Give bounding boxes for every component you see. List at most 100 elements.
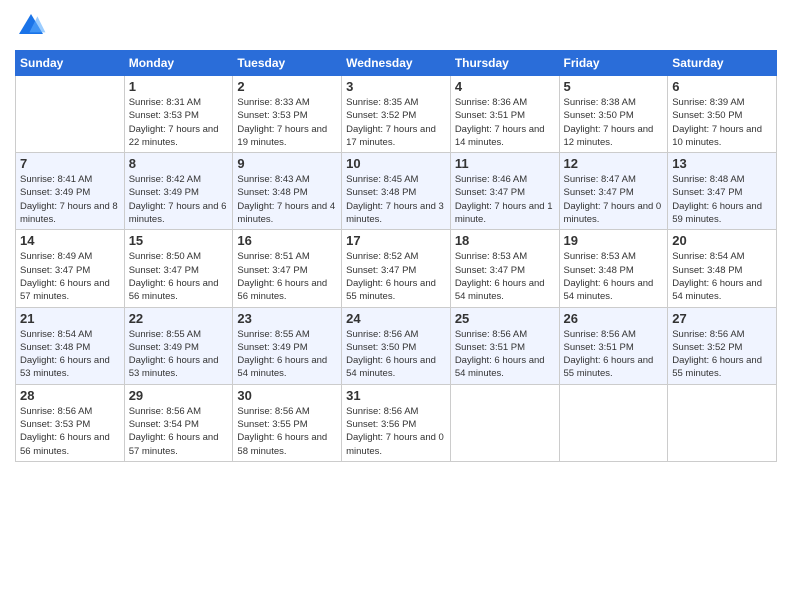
day-info: Sunrise: 8:56 AM Sunset: 3:50 PM Dayligh… <box>346 328 446 381</box>
day-number: 16 <box>237 233 337 248</box>
day-info: Sunrise: 8:56 AM Sunset: 3:56 PM Dayligh… <box>346 405 446 458</box>
calendar-cell <box>559 384 668 461</box>
day-info: Sunrise: 8:49 AM Sunset: 3:47 PM Dayligh… <box>20 250 120 303</box>
day-info: Sunrise: 8:53 AM Sunset: 3:47 PM Dayligh… <box>455 250 555 303</box>
day-info: Sunrise: 8:51 AM Sunset: 3:47 PM Dayligh… <box>237 250 337 303</box>
calendar-table: SundayMondayTuesdayWednesdayThursdayFrid… <box>15 50 777 462</box>
calendar-cell: 25Sunrise: 8:56 AM Sunset: 3:51 PM Dayli… <box>450 307 559 384</box>
day-number: 9 <box>237 156 337 171</box>
day-number: 12 <box>564 156 664 171</box>
calendar-cell: 5 Sunrise: 8:38 AM Sunset: 3:50 PM Daylig… <box>559 76 668 153</box>
day-info: Sunrise: 8:56 AM Sunset: 3:53 PM Dayligh… <box>20 405 120 458</box>
day-info: Sunrise: 8:56 AM Sunset: 3:52 PM Dayligh… <box>672 328 772 381</box>
day-number: 8 <box>129 156 229 171</box>
day-number: 14 <box>20 233 120 248</box>
calendar-cell: 18 Sunrise: 8:53 AM Sunset: 3:47 PM Dayli… <box>450 230 559 307</box>
calendar-week-row: 7 Sunrise: 8:41 AM Sunset: 3:49 PM Daylig… <box>16 153 777 230</box>
calendar-week-row: 14 Sunrise: 8:49 AM Sunset: 3:47 PM Dayli… <box>16 230 777 307</box>
day-info: Sunrise: 8:36 AM Sunset: 3:51 PM Dayligh… <box>455 96 555 149</box>
day-number: 30 <box>237 388 337 403</box>
calendar-cell: 13 Sunrise: 8:48 AM Sunset: 3:47 PM Dayli… <box>668 153 777 230</box>
calendar-cell: 19 Sunrise: 8:53 AM Sunset: 3:48 PM Dayli… <box>559 230 668 307</box>
calendar-cell: 17 Sunrise: 8:52 AM Sunset: 3:47 PM Dayli… <box>342 230 451 307</box>
day-number: 11 <box>455 156 555 171</box>
calendar-cell: 9 Sunrise: 8:43 AM Sunset: 3:48 PM Daylig… <box>233 153 342 230</box>
header-day-thursday: Thursday <box>450 51 559 76</box>
day-info: Sunrise: 8:47 AM Sunset: 3:47 PM Dayligh… <box>564 173 664 226</box>
calendar-cell: 1 Sunrise: 8:31 AM Sunset: 3:53 PM Daylig… <box>124 76 233 153</box>
day-number: 24 <box>346 311 446 326</box>
day-number: 6 <box>672 79 772 94</box>
calendar-week-row: 1 Sunrise: 8:31 AM Sunset: 3:53 PM Daylig… <box>16 76 777 153</box>
header <box>15 10 777 42</box>
calendar-cell: 28Sunrise: 8:56 AM Sunset: 3:53 PM Dayli… <box>16 384 125 461</box>
calendar-cell: 31Sunrise: 8:56 AM Sunset: 3:56 PM Dayli… <box>342 384 451 461</box>
calendar-cell: 20Sunrise: 8:54 AM Sunset: 3:48 PM Dayli… <box>668 230 777 307</box>
calendar-cell: 2 Sunrise: 8:33 AM Sunset: 3:53 PM Daylig… <box>233 76 342 153</box>
calendar-cell: 16 Sunrise: 8:51 AM Sunset: 3:47 PM Dayli… <box>233 230 342 307</box>
day-number: 22 <box>129 311 229 326</box>
day-number: 20 <box>672 233 772 248</box>
day-number: 3 <box>346 79 446 94</box>
day-number: 21 <box>20 311 120 326</box>
logo-icon <box>15 10 47 42</box>
page-container: SundayMondayTuesdayWednesdayThursdayFrid… <box>0 0 792 472</box>
day-info: Sunrise: 8:56 AM Sunset: 3:55 PM Dayligh… <box>237 405 337 458</box>
calendar-cell: 3 Sunrise: 8:35 AM Sunset: 3:52 PM Daylig… <box>342 76 451 153</box>
header-day-wednesday: Wednesday <box>342 51 451 76</box>
day-number: 13 <box>672 156 772 171</box>
day-info: Sunrise: 8:43 AM Sunset: 3:48 PM Dayligh… <box>237 173 337 226</box>
day-number: 17 <box>346 233 446 248</box>
calendar-cell <box>668 384 777 461</box>
day-number: 5 <box>564 79 664 94</box>
header-day-tuesday: Tuesday <box>233 51 342 76</box>
calendar-cell: 21 Sunrise: 8:54 AM Sunset: 3:48 PM Dayli… <box>16 307 125 384</box>
day-info: Sunrise: 8:54 AM Sunset: 3:48 PM Dayligh… <box>20 328 120 381</box>
day-number: 18 <box>455 233 555 248</box>
calendar-cell: 14 Sunrise: 8:49 AM Sunset: 3:47 PM Dayli… <box>16 230 125 307</box>
calendar-cell <box>450 384 559 461</box>
day-number: 2 <box>237 79 337 94</box>
day-info: Sunrise: 8:45 AM Sunset: 3:48 PM Dayligh… <box>346 173 446 226</box>
day-number: 7 <box>20 156 120 171</box>
day-info: Sunrise: 8:55 AM Sunset: 3:49 PM Dayligh… <box>129 328 229 381</box>
calendar-cell: 15 Sunrise: 8:50 AM Sunset: 3:47 PM Dayli… <box>124 230 233 307</box>
day-info: Sunrise: 8:38 AM Sunset: 3:50 PM Dayligh… <box>564 96 664 149</box>
day-info: Sunrise: 8:53 AM Sunset: 3:48 PM Dayligh… <box>564 250 664 303</box>
header-day-saturday: Saturday <box>668 51 777 76</box>
calendar-cell: 29 Sunrise: 8:56 AM Sunset: 3:54 PM Dayli… <box>124 384 233 461</box>
day-info: Sunrise: 8:55 AM Sunset: 3:49 PM Dayligh… <box>237 328 337 381</box>
day-number: 29 <box>129 388 229 403</box>
day-number: 23 <box>237 311 337 326</box>
day-number: 19 <box>564 233 664 248</box>
day-info: Sunrise: 8:42 AM Sunset: 3:49 PM Dayligh… <box>129 173 229 226</box>
calendar-cell: 30 Sunrise: 8:56 AM Sunset: 3:55 PM Dayli… <box>233 384 342 461</box>
day-info: Sunrise: 8:50 AM Sunset: 3:47 PM Dayligh… <box>129 250 229 303</box>
day-number: 10 <box>346 156 446 171</box>
day-number: 27 <box>672 311 772 326</box>
calendar-cell: 6Sunrise: 8:39 AM Sunset: 3:50 PM Daylig… <box>668 76 777 153</box>
calendar-cell: 24 Sunrise: 8:56 AM Sunset: 3:50 PM Dayli… <box>342 307 451 384</box>
day-info: Sunrise: 8:56 AM Sunset: 3:54 PM Dayligh… <box>129 405 229 458</box>
calendar-cell: 26Sunrise: 8:56 AM Sunset: 3:51 PM Dayli… <box>559 307 668 384</box>
day-info: Sunrise: 8:52 AM Sunset: 3:47 PM Dayligh… <box>346 250 446 303</box>
calendar-cell: 7 Sunrise: 8:41 AM Sunset: 3:49 PM Daylig… <box>16 153 125 230</box>
day-info: Sunrise: 8:46 AM Sunset: 3:47 PM Dayligh… <box>455 173 555 226</box>
day-number: 4 <box>455 79 555 94</box>
calendar-cell: 8 Sunrise: 8:42 AM Sunset: 3:49 PM Daylig… <box>124 153 233 230</box>
day-number: 25 <box>455 311 555 326</box>
day-info: Sunrise: 8:41 AM Sunset: 3:49 PM Dayligh… <box>20 173 120 226</box>
day-info: Sunrise: 8:35 AM Sunset: 3:52 PM Dayligh… <box>346 96 446 149</box>
day-info: Sunrise: 8:33 AM Sunset: 3:53 PM Dayligh… <box>237 96 337 149</box>
calendar-week-row: 21 Sunrise: 8:54 AM Sunset: 3:48 PM Dayli… <box>16 307 777 384</box>
calendar-cell: 22 Sunrise: 8:55 AM Sunset: 3:49 PM Dayli… <box>124 307 233 384</box>
header-day-sunday: Sunday <box>16 51 125 76</box>
day-number: 15 <box>129 233 229 248</box>
day-info: Sunrise: 8:31 AM Sunset: 3:53 PM Dayligh… <box>129 96 229 149</box>
calendar-week-row: 28Sunrise: 8:56 AM Sunset: 3:53 PM Dayli… <box>16 384 777 461</box>
day-number: 1 <box>129 79 229 94</box>
calendar-cell: 4 Sunrise: 8:36 AM Sunset: 3:51 PM Daylig… <box>450 76 559 153</box>
calendar-cell: 12 Sunrise: 8:47 AM Sunset: 3:47 PM Dayli… <box>559 153 668 230</box>
day-info: Sunrise: 8:48 AM Sunset: 3:47 PM Dayligh… <box>672 173 772 226</box>
logo <box>15 10 51 42</box>
